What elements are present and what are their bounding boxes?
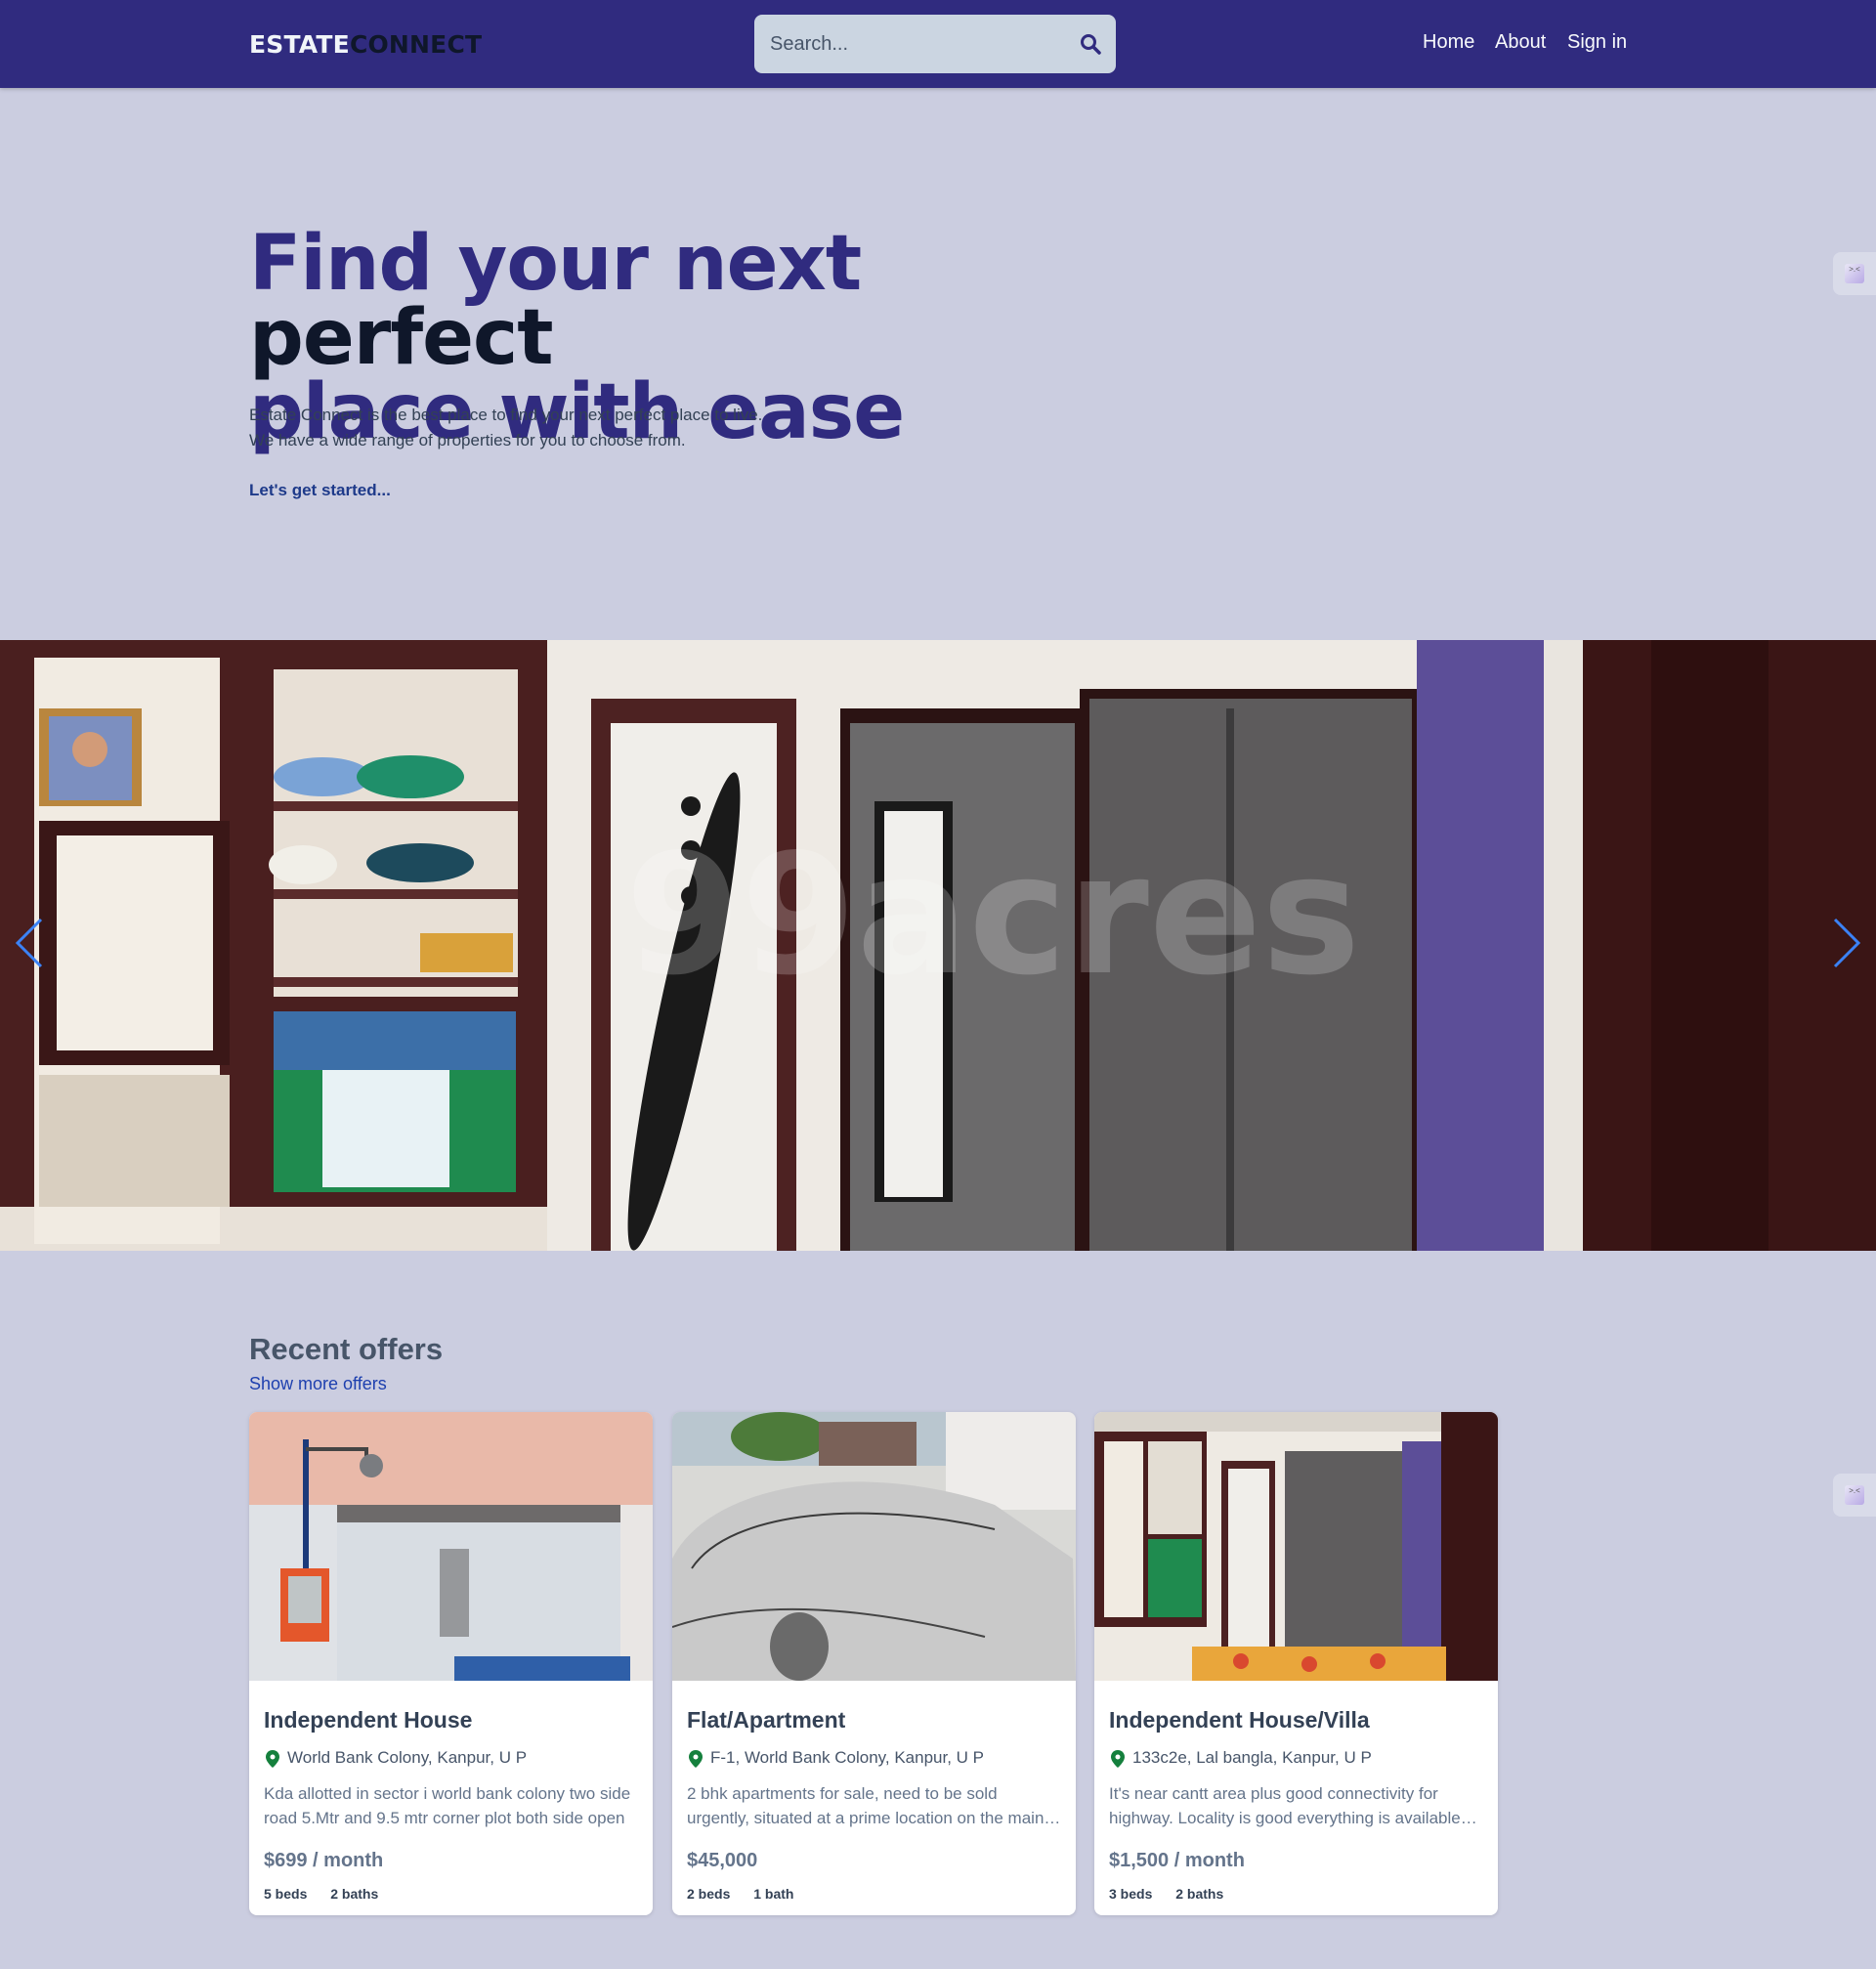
- nav-signin-link[interactable]: Sign in: [1567, 31, 1627, 54]
- offer-card-price: $45,000: [687, 1850, 758, 1871]
- offer-card-address-text: 133c2e, Lal bangla, Kanpur, U P: [1132, 1748, 1372, 1767]
- top-navbar: ESTATECONNECT Home About Sign in: [0, 0, 1876, 88]
- site-logo[interactable]: ESTATECONNECT: [249, 30, 482, 59]
- carousel-room-image: 99acres: [0, 640, 1876, 1251]
- search-bar: [754, 15, 1116, 73]
- offer-card-baths: 2 baths: [1175, 1886, 1224, 1902]
- offer-card-address-text: F-1, World Bank Colony, Kanpur, U P: [710, 1748, 984, 1767]
- offer-card-beds: 5 beds: [264, 1886, 308, 1902]
- search-icon[interactable]: [1079, 32, 1102, 56]
- search-input[interactable]: [770, 24, 1063, 64]
- location-pin-icon: [689, 1750, 703, 1768]
- offer-card-description: 2 bhk apartments for sale, need to be so…: [687, 1784, 1045, 1827]
- offer-card-image: [1094, 1412, 1498, 1681]
- extension-icon: >.<: [1845, 1485, 1864, 1505]
- offer-card-meta: 2 beds 1 bath: [687, 1886, 1063, 1902]
- offer-card-image: [672, 1412, 1076, 1681]
- carousel-prev-button[interactable]: [10, 914, 49, 972]
- hero-description-line1: Estate Connect is the best place to find…: [249, 406, 763, 424]
- logo-estate: ESTATE: [249, 30, 350, 59]
- offer-card-body: Independent House/Villa 133c2e, Lal bang…: [1109, 1681, 1485, 1902]
- hero-description: Estate Connect is the best place to find…: [249, 403, 835, 453]
- offer-card-address-text: World Bank Colony, Kanpur, U P: [287, 1748, 528, 1767]
- property-image-carousel[interactable]: 99acres: [0, 640, 1876, 1251]
- offer-card-title: Independent House: [264, 1707, 473, 1733]
- offer-card-body: Flat/Apartment F-1, World Bank Colony, K…: [687, 1681, 1063, 1902]
- offer-card-description: It's near cantt area plus good connectiv…: [1109, 1784, 1461, 1827]
- offer-card-image: [249, 1412, 653, 1681]
- logo-connect: CONNECT: [349, 30, 483, 59]
- get-started-link[interactable]: Let's get started...: [249, 481, 391, 500]
- offer-card-title: Flat/Apartment: [687, 1707, 846, 1733]
- offer-card-address: 133c2e, Lal bangla, Kanpur, U P: [1109, 1748, 1485, 1770]
- offer-card-meta: 5 beds 2 baths: [264, 1886, 640, 1902]
- offer-card-description: Kda allotted in sector i world bank colo…: [264, 1784, 631, 1827]
- side-widget-button[interactable]: >.<: [1833, 252, 1876, 295]
- show-more-offers-link[interactable]: Show more offers: [249, 1374, 387, 1394]
- side-widget-button[interactable]: >.<: [1833, 1474, 1876, 1517]
- carousel-watermark: 99acres: [625, 819, 1360, 1012]
- offer-card-baths: 2 baths: [330, 1886, 379, 1902]
- offer-card[interactable]: Independent House World Bank Colony, Kan…: [249, 1412, 653, 1915]
- nav-about-link[interactable]: About: [1495, 31, 1546, 54]
- extension-icon: >.<: [1845, 264, 1864, 283]
- nav-home-link[interactable]: Home: [1423, 31, 1474, 54]
- offer-card-beds: 3 beds: [1109, 1886, 1153, 1902]
- offer-card[interactable]: Flat/Apartment F-1, World Bank Colony, K…: [672, 1412, 1076, 1915]
- offer-card[interactable]: Independent House/Villa 133c2e, Lal bang…: [1094, 1412, 1498, 1915]
- location-pin-icon: [266, 1750, 279, 1768]
- offer-card-baths: 1 bath: [753, 1886, 794, 1902]
- hero-description-line2: We have a wide range of properties for y…: [249, 431, 686, 449]
- offer-card-address: World Bank Colony, Kanpur, U P: [264, 1748, 640, 1770]
- offer-card-price: $1,500 / month: [1109, 1850, 1245, 1871]
- offer-card-title: Independent House/Villa: [1109, 1707, 1370, 1733]
- recent-offers-heading: Recent offers: [249, 1332, 444, 1366]
- location-pin-icon: [1111, 1750, 1125, 1768]
- offer-card-beds: 2 beds: [687, 1886, 731, 1902]
- offer-card-address: F-1, World Bank Colony, Kanpur, U P: [687, 1748, 1063, 1770]
- offer-card-price: $699 / month: [264, 1850, 384, 1871]
- carousel-next-button[interactable]: [1827, 914, 1866, 972]
- offer-card-body: Independent House World Bank Colony, Kan…: [264, 1681, 640, 1902]
- offer-card-meta: 3 beds 2 baths: [1109, 1886, 1485, 1902]
